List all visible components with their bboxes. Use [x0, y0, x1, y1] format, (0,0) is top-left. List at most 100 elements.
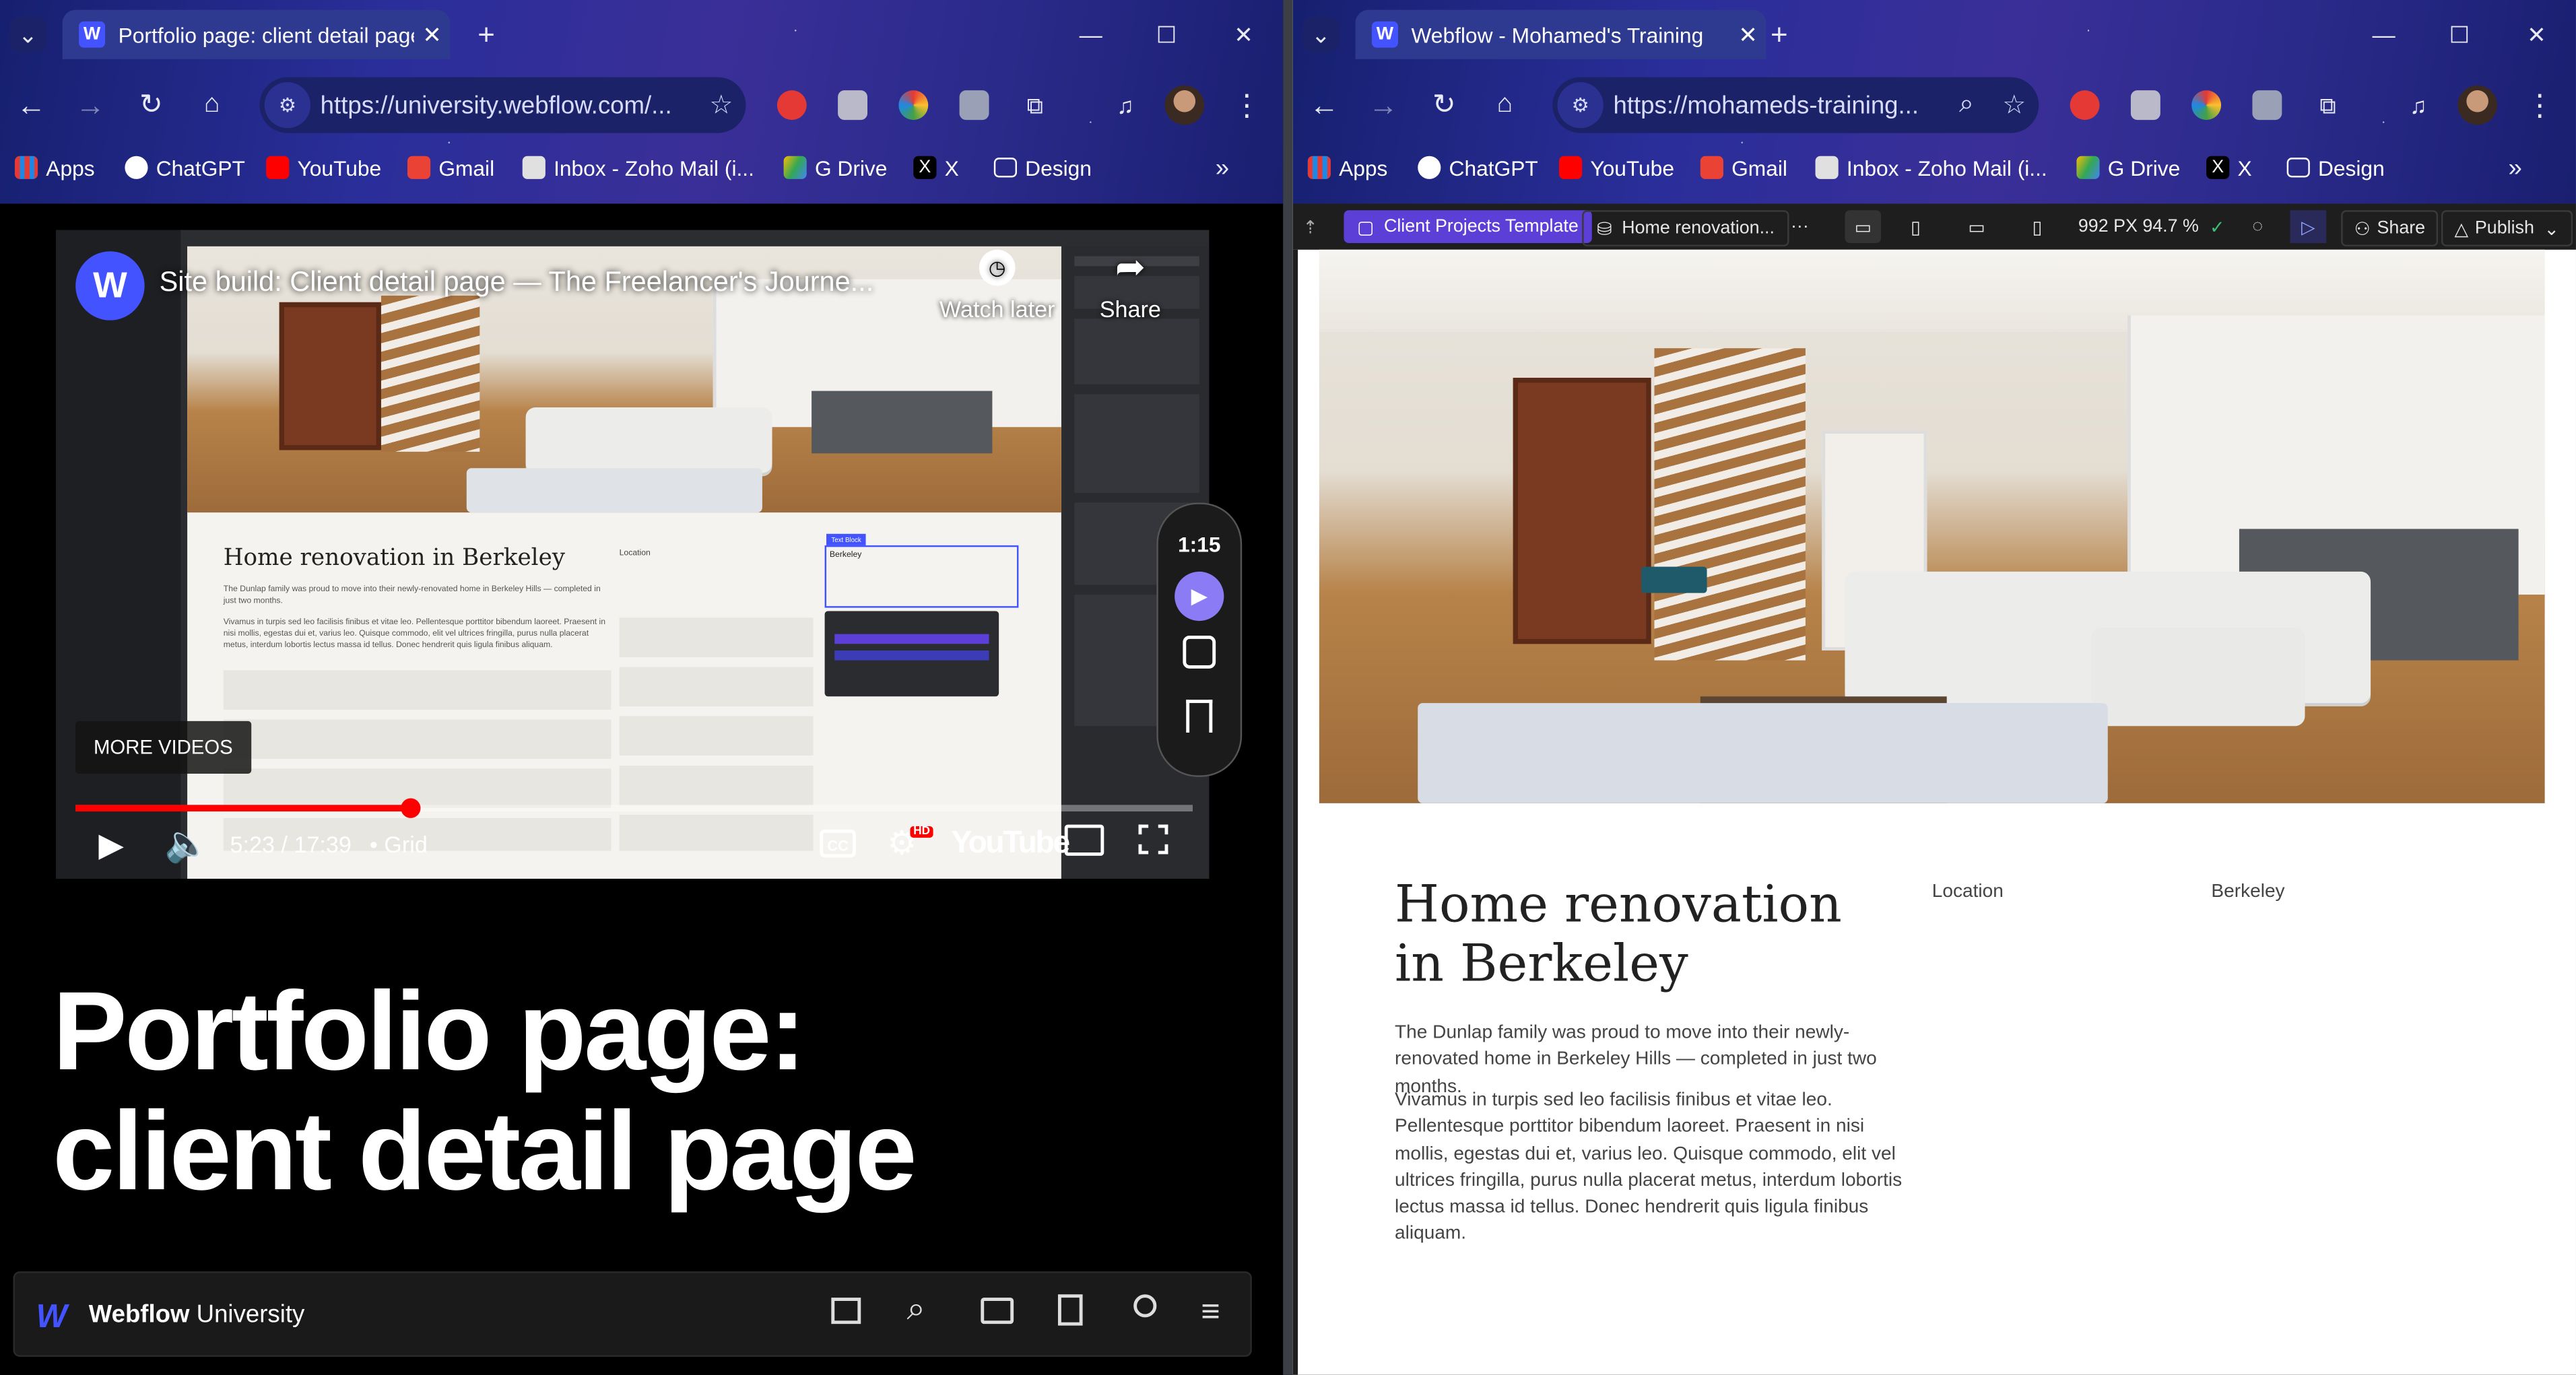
video-progress-bar[interactable]	[75, 798, 1193, 818]
extension-icon[interactable]	[959, 90, 989, 121]
widget-capture-icon[interactable]	[1183, 636, 1216, 669]
site-info-icon[interactable]: ⚙	[1557, 81, 1604, 129]
zoom-icon[interactable]: ⌕	[1944, 90, 1989, 120]
bookmark-apps[interactable]: Apps	[14, 151, 95, 184]
bookmark-zoho[interactable]: Inbox - Zoho Mail (i...	[1815, 151, 2047, 184]
bookmark-gdrive[interactable]: G Drive	[783, 151, 887, 184]
hamburger-menu-icon[interactable]: ≡	[1201, 1296, 1220, 1329]
more-options[interactable]: ···	[1791, 210, 1809, 243]
extension-icon[interactable]	[898, 90, 929, 121]
maximize-icon[interactable]: ☐	[2443, 16, 2476, 53]
tab-search-icon[interactable]: ⌄	[1302, 16, 1340, 53]
more-bookmarks-icon[interactable]: »	[1206, 151, 1239, 184]
video-lessons-icon[interactable]	[981, 1298, 1014, 1324]
extensions-puzzle-icon[interactable]: ⧉	[1017, 87, 1053, 123]
mobile-portrait-icon[interactable]: ▯	[2033, 210, 2043, 243]
courses-icon[interactable]	[831, 1298, 861, 1324]
webflow-logo-icon[interactable]: W	[36, 1300, 67, 1337]
new-tab-icon[interactable]: +	[470, 16, 503, 53]
video-title[interactable]: Site build: Client detail page — The Fre…	[160, 266, 874, 299]
extensions-puzzle-icon[interactable]: ⧉	[2310, 87, 2346, 123]
footer-brand[interactable]: Webflow University	[89, 1301, 305, 1329]
reload-icon[interactable]: ↻	[1426, 87, 1462, 123]
close-window-icon[interactable]: ✕	[2520, 16, 2553, 53]
tab-search-icon[interactable]: ⌄	[9, 16, 46, 53]
address-bar[interactable]: ⚙ https://university.webflow.com/... ☆	[259, 77, 746, 133]
fullscreen-icon[interactable]	[1138, 824, 1168, 854]
address-bar[interactable]: ⚙ https://mohameds-training... ⌕ ☆	[1552, 77, 2039, 133]
extension-icon[interactable]	[777, 90, 807, 121]
certificate-icon[interactable]	[1133, 1294, 1157, 1318]
bookmark-design[interactable]: Design	[2286, 151, 2385, 184]
captions-icon[interactable]: CC	[820, 829, 856, 858]
bookmark-star-icon[interactable]: ☆	[696, 89, 746, 122]
close-tab-icon[interactable]: ✕	[414, 20, 451, 48]
minimize-icon[interactable]: —	[1074, 16, 1107, 53]
preview-play-icon[interactable]: ▷	[2290, 210, 2327, 244]
mobile-landscape-icon[interactable]: ▭	[1968, 210, 1985, 243]
video-chapter[interactable]: • Grid	[370, 831, 428, 857]
bookmark-star-icon[interactable]: ☆	[1989, 89, 2039, 122]
extension-icon[interactable]	[2252, 90, 2282, 121]
template-selector[interactable]: ▢ Client Projects Template	[1344, 210, 1592, 244]
media-control-icon[interactable]: ♫	[2400, 87, 2437, 123]
docs-icon[interactable]	[1057, 1294, 1083, 1326]
extension-icon[interactable]	[2070, 90, 2100, 121]
back-icon[interactable]: ←	[1306, 87, 1342, 123]
reload-icon[interactable]: ↻	[133, 87, 170, 123]
new-tab-icon[interactable]: +	[1762, 16, 1795, 53]
widget-bookmark-icon[interactable]	[1186, 700, 1213, 733]
bookmark-youtube[interactable]: YouTube	[266, 151, 381, 184]
extension-icon[interactable]	[2130, 90, 2160, 121]
minimize-icon[interactable]: —	[2367, 16, 2400, 53]
bookmark-x[interactable]: XX	[2206, 151, 2252, 184]
bookmark-gmail[interactable]: Gmail	[1700, 151, 1787, 184]
progress-scrubber[interactable]	[401, 798, 421, 818]
browser-tab-active[interactable]: W Webflow - Mohamed's Training ✕	[1355, 9, 1766, 59]
media-control-icon[interactable]: ♫	[1107, 87, 1144, 123]
bookmark-youtube[interactable]: YouTube	[1558, 151, 1674, 184]
browser-tab-active[interactable]: W Portfolio page: client detail page ✕	[62, 9, 451, 59]
desktop-breakpoint-icon[interactable]: ▭	[1845, 210, 1882, 244]
bookmark-design[interactable]: Design	[993, 151, 1092, 184]
site-info-icon[interactable]: ⚙	[264, 81, 311, 129]
extension-icon[interactable]	[838, 90, 868, 121]
publish-button[interactable]: △ Publish ⌄	[2441, 210, 2573, 246]
volume-icon[interactable]: 🔈	[164, 823, 209, 865]
comments-icon[interactable]: ◌	[2252, 210, 2263, 243]
close-window-icon[interactable]: ✕	[1227, 16, 1260, 53]
play-icon[interactable]: ▶	[98, 825, 124, 866]
search-icon[interactable]: ⌕	[907, 1291, 925, 1329]
tablet-breakpoint-icon[interactable]: ▯	[1911, 210, 1921, 243]
video-player[interactable]: Home renovation in Berkeley Location Tex…	[55, 230, 1210, 879]
bookmark-gdrive[interactable]: G Drive	[2076, 151, 2180, 184]
collapse-icon[interactable]: ⇡	[1302, 210, 1317, 243]
extension-icon[interactable]	[2191, 90, 2222, 121]
home-icon[interactable]: ⌂	[1487, 87, 1523, 123]
bookmark-chatgpt[interactable]: ChatGPT	[125, 151, 245, 184]
share-button[interactable]: ➦ Share	[1094, 249, 1166, 323]
forward-icon[interactable]: →	[1365, 87, 1401, 123]
status-check-icon[interactable]: ✓	[2210, 210, 2224, 243]
webflow-channel-logo[interactable]: W	[75, 251, 145, 321]
widget-play-icon[interactable]: ▶	[1175, 571, 1224, 622]
bookmark-zoho[interactable]: Inbox - Zoho Mail (i...	[522, 151, 754, 184]
bookmark-x[interactable]: XX	[913, 151, 959, 184]
bookmark-gmail[interactable]: Gmail	[407, 151, 494, 184]
more-bookmarks-icon[interactable]: »	[2499, 151, 2532, 184]
share-button[interactable]: ⚇ Share	[2341, 210, 2439, 246]
home-icon[interactable]: ⌂	[194, 87, 230, 123]
back-icon[interactable]: ←	[13, 87, 50, 123]
forward-icon[interactable]: →	[72, 87, 108, 123]
close-tab-icon[interactable]: ✕	[1730, 20, 1766, 48]
menu-kebab-icon[interactable]: ⋮	[1230, 87, 1263, 123]
maximize-icon[interactable]: ☐	[1150, 16, 1183, 53]
bookmark-chatgpt[interactable]: ChatGPT	[1418, 151, 1538, 184]
profile-avatar[interactable]	[1164, 85, 1205, 125]
watch-later-button[interactable]: ◷ Watch later	[935, 249, 1059, 322]
profile-avatar[interactable]	[2457, 85, 2497, 125]
bookmark-apps[interactable]: Apps	[1307, 151, 1387, 184]
menu-kebab-icon[interactable]: ⋮	[2523, 87, 2556, 123]
youtube-logo[interactable]: YouTube	[951, 826, 1070, 863]
more-videos-button[interactable]: MORE VIDEOS	[75, 720, 251, 774]
